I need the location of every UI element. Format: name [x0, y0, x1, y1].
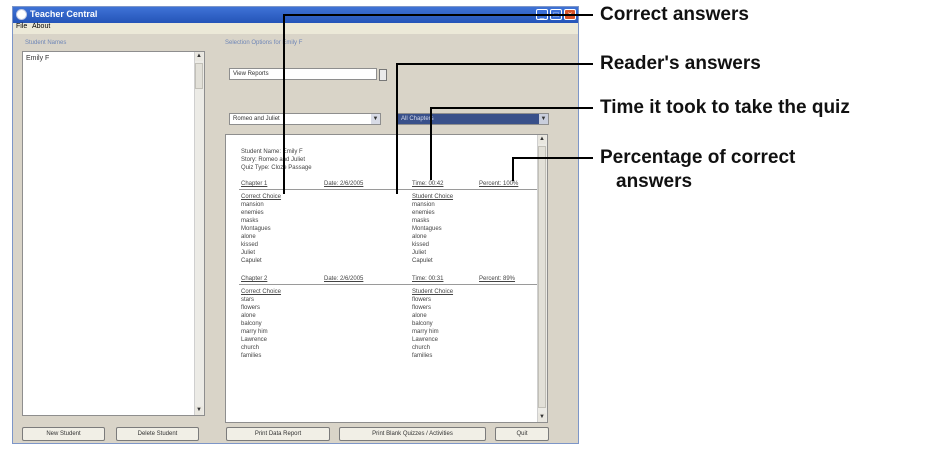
chapter1-title: Chapter 1: [241, 181, 268, 187]
chapter2-correct-answer: marry him: [241, 329, 268, 335]
menu-file[interactable]: File: [16, 23, 27, 30]
chapter-select[interactable]: All Chapters ▼: [397, 113, 549, 125]
teacher-central-window: Teacher Central _ □ × File About Student…: [12, 6, 579, 444]
student-list-scrollbar[interactable]: ▲ ▼: [194, 52, 204, 415]
chapter1-correct-answer: mansion: [241, 202, 264, 208]
chapter2-student-header: Student Choice: [412, 289, 454, 295]
chapter2-date: Date: 2/6/2005: [324, 276, 364, 282]
callout-line-percent: [512, 157, 514, 181]
chapter1-correct-answer: kissed: [241, 242, 259, 248]
chapter1-date: Date: 2/6/2005: [324, 181, 364, 187]
chapter2-title: Chapter 2: [241, 276, 268, 282]
menu-bar: File About: [13, 23, 578, 34]
annotation-percentage: Percentage of correct: [600, 147, 796, 168]
chapter1-correct-answer: Juliet: [241, 250, 256, 256]
app-icon: [16, 9, 27, 20]
printer-icon[interactable]: [379, 69, 387, 81]
chapter2-percent: Percent: 89%: [479, 276, 516, 282]
student-names-label: Student Names: [25, 40, 67, 46]
new-student-button[interactable]: New Student: [22, 427, 105, 441]
student-item[interactable]: Emily F: [26, 55, 49, 62]
chapter1-student-answer: Capulet: [412, 258, 433, 264]
callout-line-percent: [512, 157, 593, 159]
chapter2-student-answer: flowers: [412, 297, 432, 303]
print-blank-quizzes-button[interactable]: Print Blank Quizzes / Activities: [339, 427, 486, 441]
chapter2-divider: [239, 284, 537, 285]
chapter1-correct-header: Correct Choice: [241, 194, 282, 200]
report-panel[interactable]: Student Name: Emily F Story: Romeo and J…: [225, 134, 548, 423]
chapter1-correct-answer: enemies: [241, 210, 264, 216]
chapter2-correct-answer: Lawrence: [241, 337, 268, 343]
callout-line-time: [430, 107, 432, 180]
quit-button[interactable]: Quit: [495, 427, 549, 441]
chapter1-student-answer: Juliet: [412, 250, 427, 256]
chevron-down-icon[interactable]: ▼: [371, 114, 380, 124]
report-type-value: View Reports: [233, 71, 269, 77]
chapter1-student-answer: kissed: [412, 242, 430, 248]
chapter2-correct-answer: church: [241, 345, 260, 351]
chapter2-student-answer: marry him: [412, 329, 439, 335]
chevron-down-icon[interactable]: ▼: [539, 114, 548, 124]
annotation-time-taken: Time it took to take the quiz: [600, 97, 850, 118]
window-title: Teacher Central: [30, 9, 98, 19]
chapter1-student-answer: mansion: [412, 202, 435, 208]
callout-line-correct: [283, 14, 285, 194]
chapter1-correct-answer: Montagues: [241, 226, 271, 232]
chapter2-correct-answer: families: [241, 353, 262, 359]
chapter1-student-answer: Montagues: [412, 226, 442, 232]
scroll-down-arrow[interactable]: ▼: [195, 406, 203, 415]
chapter-select-value: All Chapters: [401, 116, 434, 122]
print-data-report-button[interactable]: Print Data Report: [226, 427, 330, 441]
chapter1-correct-answer: Capulet: [241, 258, 262, 264]
scroll-thumb[interactable]: [538, 146, 546, 408]
chapter1-time: Time: 00:42: [412, 181, 444, 187]
callout-line-reader: [396, 63, 398, 194]
chapter2-student-answer: alone: [412, 313, 427, 319]
chapter1-correct-answer: alone: [241, 234, 256, 240]
report-story: Story: Romeo and Juliet: [241, 157, 306, 163]
report-student-name: Student Name: Emily F: [241, 149, 303, 155]
chapter1-student-header: Student Choice: [412, 194, 454, 200]
chapter2-correct-answer: balcony: [241, 321, 262, 327]
chapter1-student-answer: alone: [412, 234, 427, 240]
scroll-thumb[interactable]: [195, 63, 203, 89]
story-select[interactable]: Romeo and Juliet ▼: [229, 113, 381, 125]
chapter2-correct-answer: stars: [241, 297, 255, 303]
annotation-correct-answers: Correct answers: [600, 4, 749, 25]
delete-student-button[interactable]: Delete Student: [116, 427, 199, 441]
chapter1-correct-answer: masks: [241, 218, 259, 224]
annotation-percentage-cont: answers: [616, 171, 693, 192]
scroll-up-arrow[interactable]: ▲: [195, 52, 203, 61]
chapter2-student-answer: flowers: [412, 305, 432, 311]
callout-line-reader: [396, 63, 593, 65]
chapter2-student-answer: balcony: [412, 321, 433, 327]
report-quiz-type: Quiz Type: Cloze Passage: [241, 165, 312, 171]
callout-line-time: [430, 107, 593, 109]
chapter2-student-answer: Lawrence: [412, 337, 439, 343]
story-select-value: Romeo and Juliet: [233, 116, 280, 122]
chapter2-time: Time: 00:31: [412, 276, 444, 282]
scroll-up-arrow[interactable]: ▲: [538, 135, 546, 144]
menu-about[interactable]: About: [32, 23, 50, 30]
chapter2-correct-answer: alone: [241, 313, 256, 319]
selection-options-label: Selection Options for Emily F: [225, 40, 303, 46]
chapter1-student-answer: enemies: [412, 210, 435, 216]
chapter2-correct-answer: flowers: [241, 305, 261, 311]
annotation-readers-answers: Reader's answers: [600, 53, 761, 74]
chapter2-student-answer: church: [412, 345, 431, 351]
chapter1-student-answer: masks: [412, 218, 430, 224]
chapter2-correct-header: Correct Choice: [241, 289, 282, 295]
student-list[interactable]: Emily F ▲ ▼: [22, 51, 205, 416]
report-scrollbar[interactable]: ▲ ▼: [537, 135, 547, 422]
callout-line-correct: [283, 14, 593, 16]
chapter1-percent: Percent: 100%: [479, 181, 519, 187]
report-type-select[interactable]: View Reports: [229, 68, 377, 80]
chapter2-student-answer: families: [412, 353, 433, 359]
scroll-down-arrow[interactable]: ▼: [538, 413, 546, 422]
